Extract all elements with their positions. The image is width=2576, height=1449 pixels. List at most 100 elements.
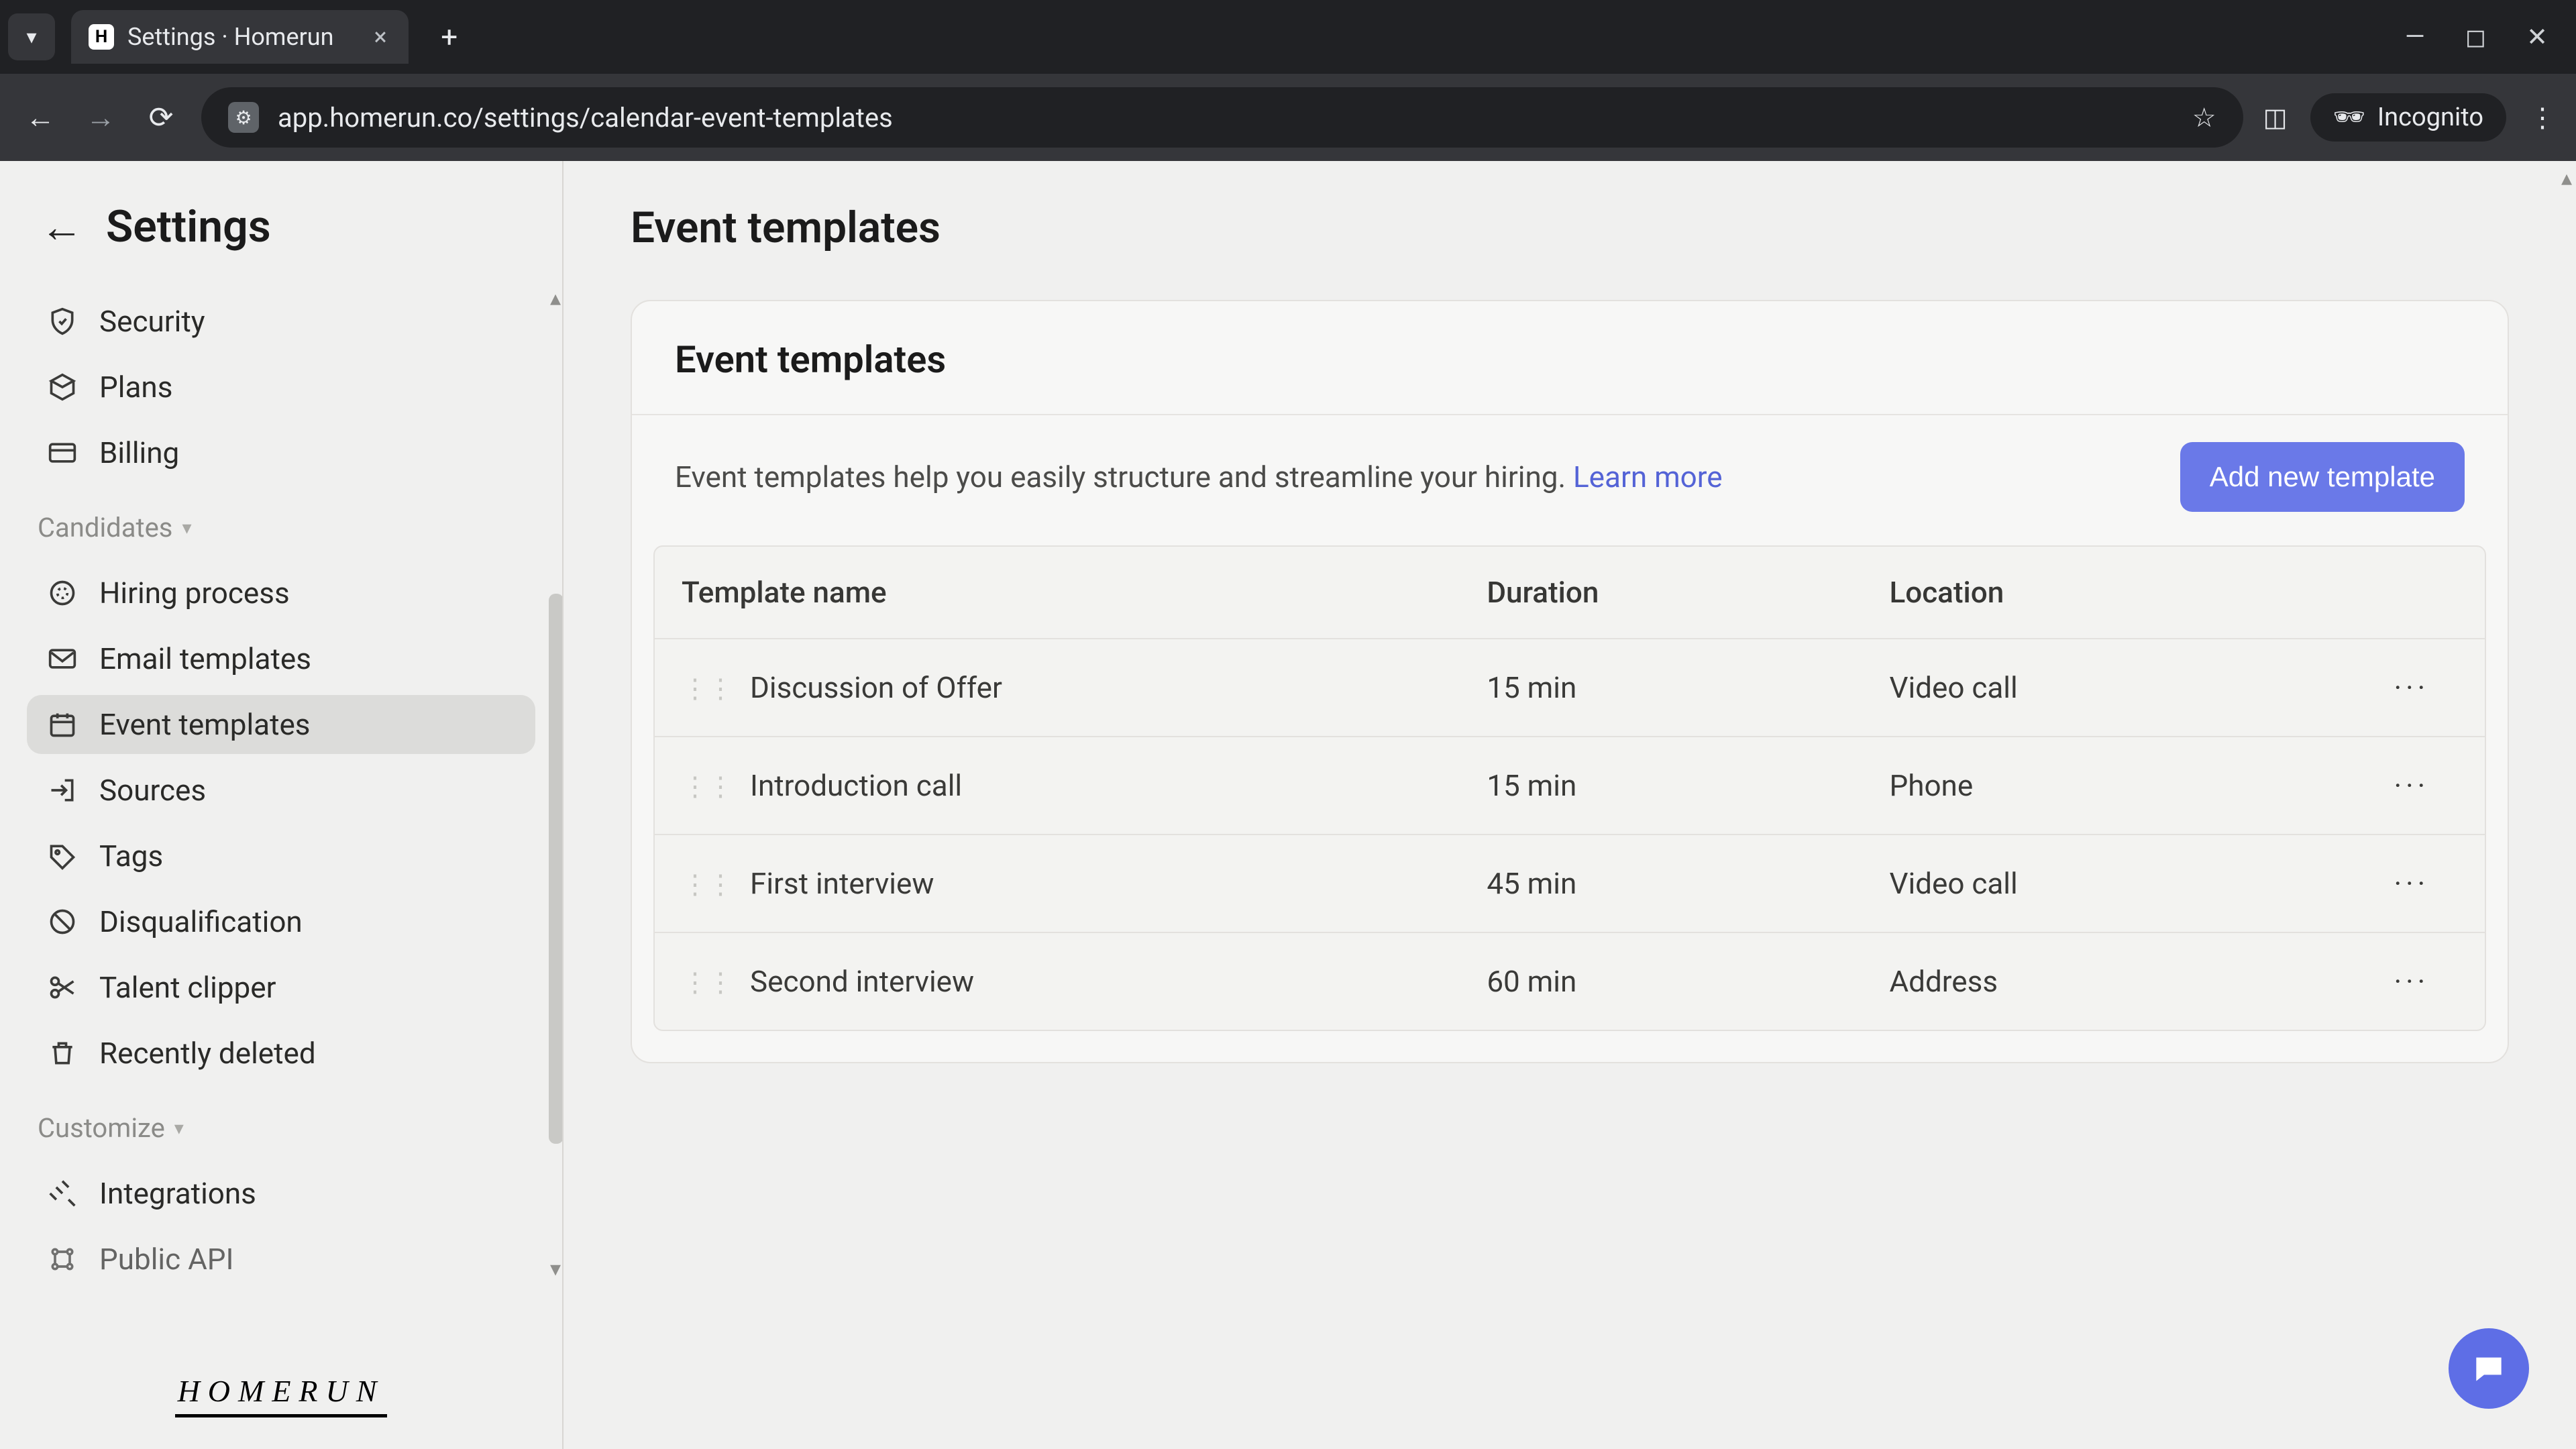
table-row[interactable]: ⋮⋮ Introduction call 15 min Phone ···	[655, 737, 2485, 835]
learn-more-link[interactable]: Learn more	[1573, 460, 1723, 494]
sidebar-scroll-down-icon[interactable]: ▾	[550, 1256, 561, 1281]
sidebar-item-integrations[interactable]: Integrations	[27, 1164, 535, 1223]
tag-icon	[46, 839, 79, 873]
tab-strip: ▾ H Settings · Homerun × + — ◻ ✕	[0, 0, 2576, 74]
table-row[interactable]: ⋮⋮Discussion of Offer 15 min Video call …	[655, 639, 2485, 737]
sidebar-item-disqualification[interactable]: Disqualification	[27, 892, 535, 951]
col-header-location: Location	[1862, 547, 2338, 639]
group-label: Candidates	[38, 512, 172, 543]
sidebar-item-label: Integrations	[99, 1176, 256, 1211]
reload-button[interactable]: ⟳	[141, 97, 181, 138]
site-info-icon[interactable]: ⚙	[228, 102, 259, 133]
sidebar-item-label: Recently deleted	[99, 1036, 316, 1071]
drag-handle-icon[interactable]: ⋮⋮	[682, 771, 733, 802]
new-tab-button[interactable]: +	[431, 19, 468, 55]
sidebar-item-recently-deleted[interactable]: Recently deleted	[27, 1024, 535, 1083]
mail-icon	[46, 642, 79, 676]
sidebar-item-public-api[interactable]: Public API	[27, 1230, 535, 1289]
table-row[interactable]: ⋮⋮First interview 45 min Video call ···	[655, 835, 2485, 933]
sidebar-item-label: Event templates	[99, 707, 311, 742]
sidebar-item-billing[interactable]: Billing	[27, 423, 535, 482]
sidebar-item-sources[interactable]: Sources	[27, 761, 535, 820]
sidebar-item-label: Disqualification	[99, 904, 303, 939]
tab-search-button[interactable]: ▾	[8, 13, 55, 60]
caret-down-icon: ▾	[174, 1117, 184, 1139]
back-button[interactable]: ←	[20, 97, 60, 138]
template-duration: 15 min	[1460, 639, 1862, 737]
sidebar-item-label: Talent clipper	[99, 970, 276, 1005]
caret-down-icon: ▾	[182, 517, 191, 539]
template-location: Video call	[1862, 835, 2338, 933]
template-name: Second interview	[750, 964, 974, 999]
window-controls: — ◻ ✕	[2405, 22, 2568, 52]
card-header: Event templates	[632, 301, 2508, 415]
sidebar-scrollbar-thumb[interactable]	[549, 594, 562, 1144]
sidebar-item-hiring-process[interactable]: Hiring process	[27, 564, 535, 623]
sidebar-footer: HOMERUN	[0, 1342, 562, 1449]
close-tab-icon[interactable]: ×	[374, 23, 387, 51]
settings-sidebar: ← Settings ▴ Security Plans Billing Cand…	[0, 161, 564, 1449]
sidebar-group-candidates[interactable]: Candidates ▾	[27, 489, 535, 557]
row-actions-icon[interactable]: ···	[2339, 639, 2485, 737]
main-content: Event templates Event templates Event te…	[564, 161, 2576, 1449]
page-title: Event templates	[631, 203, 2509, 253]
app-root: ▴ ← Settings ▴ Security Plans Billing Ca…	[0, 161, 2576, 1449]
sidebar-item-email-templates[interactable]: Email templates	[27, 629, 535, 688]
drag-handle-icon[interactable]: ⋮⋮	[682, 967, 733, 998]
homerun-logo[interactable]: HOMERUN	[175, 1373, 388, 1417]
template-duration: 15 min	[1460, 737, 1862, 835]
sidebar-item-label: Billing	[99, 435, 179, 470]
drag-handle-icon[interactable]: ⋮⋮	[682, 869, 733, 900]
sidebar-item-security[interactable]: Security	[27, 292, 535, 351]
table-header-row: Template name Duration Location	[655, 547, 2485, 639]
plug-icon	[46, 1177, 79, 1210]
col-header-name: Template name	[655, 547, 1460, 639]
minimize-icon[interactable]: —	[2405, 22, 2425, 52]
chat-fab[interactable]	[2449, 1328, 2529, 1409]
forward-button[interactable]: →	[80, 97, 121, 138]
sidebar-item-plans[interactable]: Plans	[27, 358, 535, 417]
sidebar-group-customize[interactable]: Customize ▾	[27, 1089, 535, 1157]
sidebar-item-tags[interactable]: Tags	[27, 826, 535, 885]
template-name: First interview	[750, 866, 934, 901]
card-subheader: Event templates help you easily structur…	[632, 415, 2508, 545]
sidebar-item-label: Security	[99, 304, 205, 339]
address-bar[interactable]: ⚙ app.homerun.co/settings/calendar-event…	[201, 87, 2243, 148]
drag-handle-icon[interactable]: ⋮⋮	[682, 673, 733, 704]
sidebar-item-label: Tags	[99, 839, 163, 873]
bookmark-star-icon[interactable]: ☆	[2192, 102, 2216, 133]
side-panel-icon[interactable]: ◫	[2263, 103, 2288, 133]
sidebar-scroll-up-icon[interactable]: ▴	[550, 285, 561, 311]
row-actions-icon[interactable]: ···	[2339, 737, 2485, 835]
arrow-in-icon	[46, 773, 79, 807]
maximize-icon[interactable]: ◻	[2465, 22, 2487, 52]
templates-table: Template name Duration Location ⋮⋮ Discus…	[653, 545, 2486, 1031]
close-window-icon[interactable]: ✕	[2526, 22, 2548, 52]
template-location: Address	[1862, 933, 2338, 1030]
template-location: Phone	[1862, 737, 2338, 835]
col-header-actions	[2339, 547, 2485, 639]
sidebar-item-talent-clipper[interactable]: Talent clipper	[27, 958, 535, 1017]
browser-menu-icon[interactable]: ⋮	[2529, 102, 2556, 133]
back-arrow-icon[interactable]: ←	[40, 206, 83, 249]
add-new-template-button[interactable]: Add new template	[2180, 442, 2465, 512]
calendar-icon	[46, 708, 79, 741]
sub-text: Event templates help you easily structur…	[675, 460, 1573, 494]
card-title: Event templates	[675, 337, 2465, 382]
sidebar-item-event-templates[interactable]: Event templates	[27, 695, 535, 754]
target-icon	[46, 576, 79, 610]
template-name: Discussion of Offer	[750, 670, 1002, 705]
browser-tab[interactable]: H Settings · Homerun ×	[71, 10, 409, 64]
scissors-icon	[46, 971, 79, 1004]
row-actions-icon[interactable]: ···	[2339, 835, 2485, 933]
table-row[interactable]: ⋮⋮Second interview 60 min Address ···	[655, 933, 2485, 1030]
sidebar-scroll-area[interactable]: ▴ Security Plans Billing Candidates ▾ Hi…	[0, 285, 562, 1342]
row-actions-icon[interactable]: ···	[2339, 933, 2485, 1030]
template-name: Introduction call	[750, 768, 962, 803]
incognito-label: Incognito	[2377, 103, 2483, 132]
incognito-indicator[interactable]: 🕶 Incognito	[2310, 93, 2506, 142]
tab-title: Settings · Homerun	[127, 23, 334, 51]
chat-icon	[2470, 1350, 2508, 1387]
template-location: Video call	[1862, 639, 2338, 737]
ban-icon	[46, 905, 79, 938]
